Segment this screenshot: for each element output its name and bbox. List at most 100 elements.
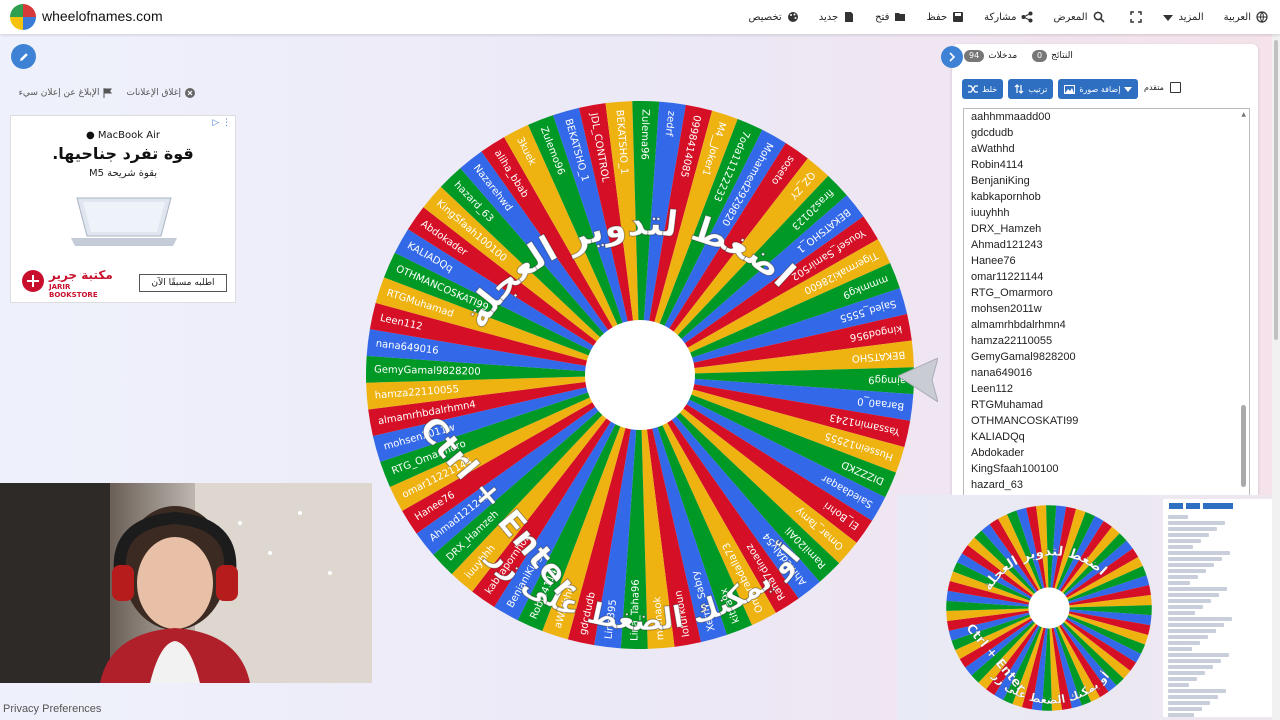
menu-item-label: تخصيص (748, 11, 782, 23)
close-ads-link[interactable]: إغلاق الإعلانات (126, 88, 195, 98)
apple-logo-icon: ● (86, 130, 95, 141)
privacy-preferences-link[interactable]: Privacy Preferences (3, 703, 101, 715)
mini-entry-line (1168, 581, 1190, 585)
wheel-pointer-icon (898, 358, 938, 402)
menu-item-chevron-down[interactable]: المزيد (1162, 11, 1204, 23)
menu-item-save[interactable]: حفظ (926, 11, 964, 23)
top-menu: العربية المزيد المعرض مشاركة حفظ فتح جديد تخصيص (729, 0, 1268, 34)
advertisement[interactable]: ▷ ⋮ ● MacBook Air قوة تفرد جناحيها. بقوة… (10, 115, 236, 303)
entry-line: OTHMANCOSKATI99 (971, 415, 1079, 427)
wheel[interactable]: zedrf 0998414085 M4__Joker1 7oda11122233 Moh… (360, 95, 920, 655)
site-logo-icon[interactable] (10, 4, 36, 30)
entries-list: aahhmmaadd00 gdcdudb aWathhd Robin4114 Benja… (964, 109, 1078, 493)
laptop-image-icon (71, 197, 177, 246)
menu-item-globe[interactable]: العربية (1224, 11, 1268, 23)
wheel-svg[interactable]: zedrf 0998414085M4__Joker17oda11122233Moh… (360, 95, 920, 655)
entry-line: iuuyhhh (971, 207, 1010, 219)
mini-entry-line (1168, 563, 1214, 567)
entry-line: BenjaniKing (971, 175, 1030, 187)
entry-line: hamza22110055 (971, 335, 1053, 347)
mini-btn (1203, 503, 1233, 509)
report-ad-link[interactable]: الإبلاغ عن إعلان سيء (19, 88, 113, 98)
menu-item-search[interactable]: المعرض (1053, 11, 1105, 23)
ad-brand: ● MacBook Air (11, 130, 235, 141)
collapse-panel-button[interactable] (941, 46, 963, 68)
menu-item-label: المزيد (1178, 11, 1204, 23)
store-name-en: JARIR BOOKSTORE (49, 283, 98, 299)
close-circle-icon (185, 88, 195, 98)
shuffle-button[interactable]: خلط (962, 79, 1004, 99)
entries-toolbar: خلط ترتيب إضافة صورة (962, 79, 1139, 99)
advanced-toggle[interactable]: متقدم (1144, 82, 1181, 93)
mini-entry-line (1168, 611, 1195, 615)
menu-item-fullscreen[interactable] (1125, 11, 1142, 23)
ad-brand-text: MacBook Air (97, 130, 160, 141)
fullscreen-icon (1129, 11, 1142, 23)
mini-entry-line (1168, 533, 1209, 537)
mini-entry-line (1168, 569, 1206, 573)
advanced-checkbox[interactable] (1169, 82, 1181, 93)
mini-btn (1186, 503, 1200, 509)
tab-results[interactable]: النتائج 0 (1032, 50, 1073, 62)
entry-line: hazard_63 (971, 479, 1023, 491)
menu-item-folder[interactable]: فتح (875, 11, 906, 23)
mini-entry-line (1168, 551, 1230, 555)
jarir-emblem-icon (22, 270, 44, 292)
ad-headline: قوة تفرد جناحيها. (52, 144, 194, 163)
scroll-up-icon[interactable]: ▲ (1241, 111, 1246, 118)
share-icon (1021, 11, 1033, 23)
mini-entry-line (1168, 713, 1194, 717)
preorder-button[interactable]: اطلبه مسبقًا الآن (139, 274, 227, 292)
ad-controls: إغلاق الإعلانات الإبلاغ عن إعلان سيء (10, 88, 195, 98)
wheel-segment-label: GemyGamal9828200 (374, 364, 481, 377)
site-name[interactable]: wheelofnames.com (42, 8, 163, 24)
entry-line: RTGMuhamad (971, 399, 1043, 411)
mini-entry-line (1168, 695, 1218, 699)
wheel-center[interactable] (585, 320, 695, 430)
streamer-image-icon (0, 483, 372, 683)
add-image-button[interactable]: إضافة صورة (1058, 79, 1139, 99)
mini-btn (1169, 503, 1183, 509)
save-icon (953, 12, 964, 22)
menu-item-palette[interactable]: تخصيص (749, 11, 799, 23)
entry-line: Hanee76 (971, 255, 1016, 267)
entries-scroll-thumb[interactable] (1241, 405, 1246, 487)
ad-choices-icon[interactable]: ▷ ⋮ (212, 118, 231, 128)
menu-item-label: مشاركة (984, 11, 1017, 23)
page-scroll-thumb[interactable] (1274, 40, 1278, 340)
edit-pencil-button[interactable] (11, 44, 36, 69)
wheel-segment-label: Zulema96 (639, 109, 651, 160)
entry-line: aWathhd (971, 143, 1015, 155)
entry-line: aahhmmaadd00 (971, 111, 1051, 123)
entry-line: Robin4114 (971, 159, 1024, 171)
entries-textarea[interactable]: aahhmmaadd00 gdcdudb aWathhd Robin4114 Benja… (963, 108, 1250, 497)
sort-label: ترتيب (1028, 84, 1048, 94)
palette-icon (787, 12, 798, 22)
sort-icon (1014, 84, 1024, 94)
menu-item-file[interactable]: جديد (819, 11, 855, 23)
mini-preview: اضغط لتدوير العجلة أو يمكنك الضغط على زر C… (897, 495, 1280, 720)
mini-entry-line (1168, 545, 1193, 549)
results-count-badge: 0 (1032, 50, 1048, 62)
tab-entries[interactable]: مدخلات 94 (964, 50, 1017, 62)
store-name-ar: مكتبة جرير (49, 268, 113, 282)
file-icon (845, 12, 854, 22)
mini-entry-line (1168, 641, 1200, 645)
entry-line: GemyGamal9828200 (971, 351, 1076, 363)
mini-panel (1163, 499, 1273, 717)
ad-subline: بقوة شريحة M5 (88, 168, 158, 179)
folder-icon (895, 13, 906, 21)
entry-line: kabkapornhob (971, 191, 1041, 203)
mini-entry-line (1168, 599, 1211, 603)
entry-line: KALIADQq (971, 431, 1025, 443)
sort-button[interactable]: ترتيب (1008, 79, 1054, 99)
entries-tab-label: مدخلات (988, 51, 1018, 61)
menu-item-share[interactable]: مشاركة (984, 11, 1033, 23)
top-bar: wheelofnames.com العربية المزيد المعرض مشار… (0, 0, 1280, 34)
menu-item-label: المعرض (1053, 11, 1088, 23)
wheel-center[interactable] (1028, 587, 1070, 629)
mini-entry-line (1168, 671, 1205, 675)
page-scrollbar[interactable] (1272, 0, 1280, 720)
mini-entry-line (1168, 557, 1222, 561)
mini-entry-line (1168, 683, 1189, 687)
